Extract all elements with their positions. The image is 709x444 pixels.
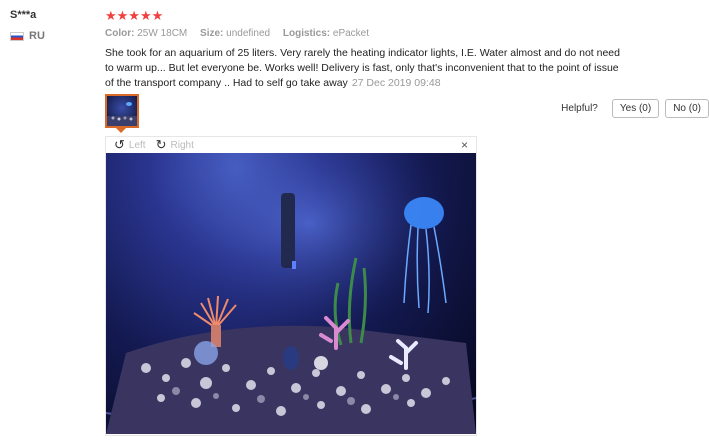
color-label: Color: bbox=[105, 28, 135, 39]
aquarium-photo bbox=[106, 153, 476, 434]
photo-viewer: ↺ Left ↻ Right × bbox=[105, 136, 477, 436]
helpful-no-button[interactable]: No (0) bbox=[665, 99, 709, 118]
review-body: ★★★★★ Color: 25W 18CM Size: undefined Lo… bbox=[105, 9, 705, 91]
rotate-right-label: Right bbox=[170, 139, 194, 151]
logistics-value: ePacket bbox=[332, 28, 370, 39]
size-value: undefined bbox=[226, 28, 271, 39]
rotate-right-button[interactable]: ↻ Right bbox=[156, 137, 194, 153]
product-attributes: Color: 25W 18CM Size: undefined Logistic… bbox=[105, 28, 705, 39]
reviewer-name: S***a bbox=[10, 9, 37, 21]
close-icon[interactable]: × bbox=[461, 138, 468, 152]
reviewer-country: RU bbox=[10, 30, 100, 42]
thumbnail-pointer bbox=[116, 128, 126, 133]
size-label: Size: bbox=[200, 28, 224, 39]
review-photo-thumbnail[interactable] bbox=[105, 94, 139, 128]
rotate-left-button[interactable]: ↺ Left bbox=[114, 137, 146, 153]
helpful-yes-button[interactable]: Yes (0) bbox=[611, 99, 660, 118]
helpful-label: Helpful? bbox=[561, 103, 598, 114]
rotate-left-icon: ↺ bbox=[114, 137, 125, 152]
star-rating: ★★★★★ bbox=[105, 8, 164, 23]
review-text: She took for an aquarium of 25 liters. V… bbox=[105, 46, 630, 91]
review-date: 27 Dec 2019 09:48 bbox=[351, 77, 441, 89]
logistics-label: Logistics: bbox=[282, 28, 331, 39]
country-code: RU bbox=[29, 30, 45, 42]
rotate-right-icon: ↻ bbox=[155, 137, 167, 152]
color-value: 25W 18CM bbox=[137, 28, 188, 39]
flag-icon bbox=[10, 31, 24, 41]
viewer-toolbar: ↺ Left ↻ Right × bbox=[106, 137, 476, 153]
helpful-vote: Helpful? Yes (0) No (0) bbox=[561, 99, 709, 118]
aquarium-illustration bbox=[106, 153, 476, 434]
reviewer-info: S***a RU bbox=[10, 9, 100, 42]
rotate-left-label: Left bbox=[128, 139, 146, 151]
